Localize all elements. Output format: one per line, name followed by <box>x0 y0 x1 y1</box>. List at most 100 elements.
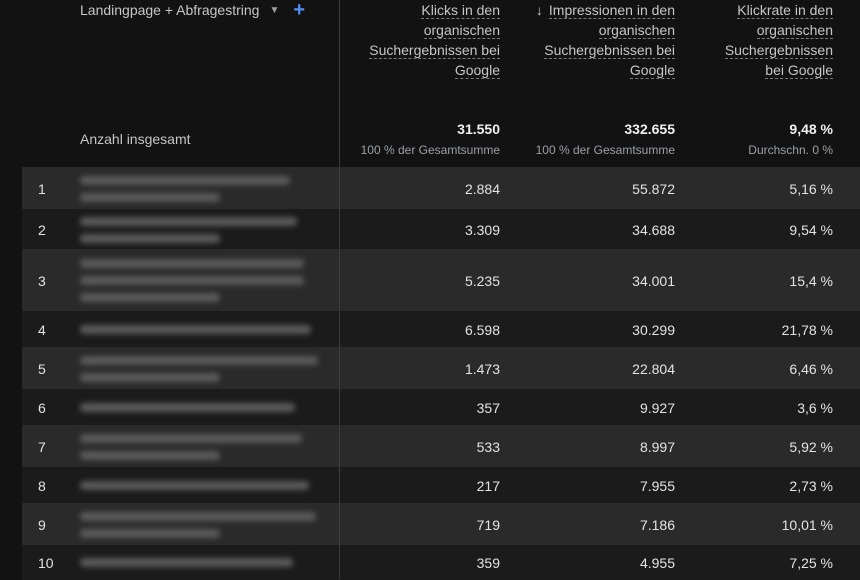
cell-ctr: 6,46 % <box>789 360 833 377</box>
column-header-line: Google <box>454 62 500 79</box>
cell-ctr: 5,16 % <box>789 180 833 197</box>
redacted-landing-page[interactable] <box>80 558 330 575</box>
total-ctr-sub: Durchschn. 0 % <box>748 143 833 157</box>
cell-impressions: 30.299 <box>632 321 675 338</box>
table-row[interactable]: 2 3.309 34.688 9,54 % <box>22 208 860 250</box>
column-header-line: Klicks in den <box>421 2 500 19</box>
table-row[interactable]: 1 2.884 55.872 5,16 % <box>22 167 860 209</box>
cell-impressions: 9.927 <box>639 399 675 416</box>
redacted-landing-page[interactable] <box>80 403 330 420</box>
redacted-text-bar <box>80 355 318 365</box>
total-clicks: 31.550 <box>457 121 500 137</box>
column-header-line: Klickrate in den <box>737 2 833 19</box>
cell-impressions: 55.872 <box>632 180 675 197</box>
row-index: 1 <box>38 180 46 197</box>
redacted-landing-page[interactable] <box>80 433 330 468</box>
redacted-landing-page[interactable] <box>80 216 330 251</box>
redacted-landing-page[interactable] <box>80 325 330 342</box>
table-row[interactable]: 4 6.598 30.299 21,78 % <box>22 310 860 348</box>
cell-impressions: 7.955 <box>639 477 675 494</box>
row-index: 10 <box>38 554 54 571</box>
redacted-text-bar <box>80 233 220 243</box>
cell-ctr: 21,78 % <box>781 321 833 338</box>
redacted-text-bar <box>80 372 220 382</box>
redacted-landing-page[interactable] <box>80 259 330 310</box>
column-header-line: organischen <box>423 22 500 39</box>
table-row[interactable]: 10 359 4.955 7,25 % <box>22 544 860 580</box>
row-index: 9 <box>38 516 46 533</box>
cell-ctr: 9,54 % <box>789 221 833 238</box>
cell-ctr: 3,6 % <box>797 399 833 416</box>
table-row[interactable]: 7 533 8.997 5,92 % <box>22 425 860 467</box>
column-divider <box>339 0 340 579</box>
cell-clicks: 3.309 <box>464 221 500 238</box>
column-header-line: Suchergebnissen <box>724 42 833 59</box>
cell-ctr: 7,25 % <box>789 554 833 571</box>
add-dimension-icon[interactable]: + <box>293 0 305 20</box>
redacted-text-bar <box>80 175 290 185</box>
redacted-text-bar <box>80 481 309 490</box>
cell-clicks: 1.473 <box>464 360 500 377</box>
row-index: 2 <box>38 221 46 238</box>
redacted-text-bar <box>80 192 220 202</box>
dimension-label[interactable]: Landingpage + Abfragestring <box>80 2 259 18</box>
column-header-line: organischen <box>756 22 833 39</box>
row-index: 7 <box>38 438 46 455</box>
redacted-text-bar <box>80 450 220 460</box>
redacted-text-bar <box>80 528 220 538</box>
redacted-text-bar <box>80 276 304 285</box>
column-header-line: Suchergebnissen bei <box>369 42 500 59</box>
redacted-text-bar <box>80 293 220 302</box>
cell-impressions: 4.955 <box>639 554 675 571</box>
redacted-text-bar <box>80 511 316 521</box>
redacted-text-bar <box>80 403 295 412</box>
total-clicks-sub: 100 % der Gesamtsumme <box>360 143 500 157</box>
table-row[interactable]: 9 719 7.186 10,01 % <box>22 503 860 545</box>
table-row[interactable]: 3 5.235 34.001 15,4 % <box>22 249 860 311</box>
table-header: Landingpage + Abfragestring ▼ + Klicks i… <box>0 0 860 167</box>
column-header-impressions[interactable]: ↓ Impressionen in den organischen Sucherg… <box>536 0 675 80</box>
chevron-down-icon[interactable]: ▼ <box>269 5 279 16</box>
cell-clicks: 5.235 <box>464 272 500 289</box>
cell-ctr: 10,01 % <box>781 516 833 533</box>
cell-clicks: 533 <box>476 438 500 455</box>
table-row[interactable]: 6 357 9.927 3,6 % <box>22 388 860 426</box>
total-impressions: 332.655 <box>624 121 675 137</box>
cell-clicks: 359 <box>476 554 500 571</box>
column-header-line: organischen <box>598 22 675 39</box>
cell-clicks: 719 <box>476 516 500 533</box>
cell-impressions: 34.001 <box>632 272 675 289</box>
redacted-landing-page[interactable] <box>80 481 330 498</box>
cell-clicks: 357 <box>476 399 500 416</box>
cell-impressions: 34.688 <box>632 221 675 238</box>
redacted-landing-page[interactable] <box>80 175 330 210</box>
table-row[interactable]: 5 1.473 22.804 6,46 % <box>22 347 860 389</box>
column-header-line: Suchergebnissen bei <box>544 42 675 59</box>
row-index: 3 <box>38 272 46 289</box>
redacted-landing-page[interactable] <box>80 355 330 390</box>
cell-impressions: 8.997 <box>639 438 675 455</box>
column-header-line: Impressionen in den <box>548 2 675 19</box>
sort-arrow-down-icon[interactable]: ↓ <box>536 2 543 18</box>
cell-ctr: 2,73 % <box>789 477 833 494</box>
column-header-line: Google <box>629 62 675 79</box>
column-header-clicks[interactable]: Klicks in den organischen Suchergebnisse… <box>369 0 500 80</box>
column-header-line: bei Google <box>765 62 833 79</box>
column-header-ctr[interactable]: Klickrate in den organischen Suchergebni… <box>724 0 833 80</box>
redacted-landing-page[interactable] <box>80 511 330 546</box>
totals-label: Anzahl insgesamt <box>80 131 191 147</box>
table-row[interactable]: 8 217 7.955 2,73 % <box>22 466 860 504</box>
redacted-text-bar <box>80 558 293 567</box>
redacted-text-bar <box>80 216 297 226</box>
row-index: 8 <box>38 477 46 494</box>
total-impressions-sub: 100 % der Gesamtsumme <box>535 143 675 157</box>
dimension-selector[interactable]: Landingpage + Abfragestring ▼ + <box>80 0 305 20</box>
row-index: 4 <box>38 321 46 338</box>
redacted-text-bar <box>80 259 304 268</box>
cell-impressions: 7.186 <box>639 516 675 533</box>
cell-clicks: 217 <box>476 477 500 494</box>
total-ctr: 9,48 % <box>789 121 833 137</box>
cell-ctr: 15,4 % <box>789 272 833 289</box>
cell-impressions: 22.804 <box>632 360 675 377</box>
cell-clicks: 2.884 <box>464 180 500 197</box>
